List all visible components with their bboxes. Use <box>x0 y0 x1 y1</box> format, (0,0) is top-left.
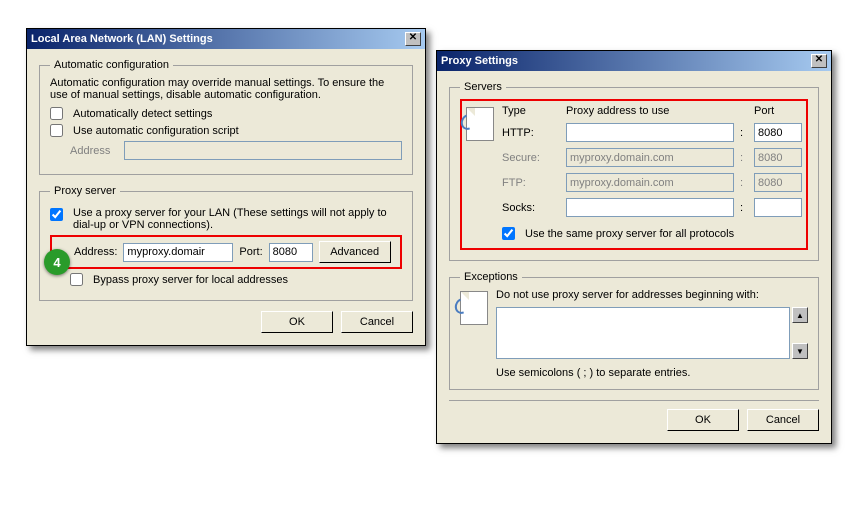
lan-titlebar[interactable]: Local Area Network (LAN) Settings ✕ <box>27 29 425 49</box>
bypass-label: Bypass proxy server for local addresses <box>93 274 288 286</box>
advanced-button[interactable]: Advanced <box>319 241 391 263</box>
auto-detect-input[interactable] <box>50 107 63 120</box>
secure-port-input <box>754 148 802 167</box>
servers-legend: Servers <box>460 81 506 93</box>
secure-address-input <box>566 148 734 167</box>
lan-settings-dialog: Local Area Network (LAN) Settings ✕ Auto… <box>26 28 426 346</box>
use-proxy-input[interactable] <box>50 208 63 221</box>
autoconf-legend: Automatic configuration <box>50 59 173 71</box>
col-type: Type <box>502 105 560 117</box>
proxy-settings-dialog: Proxy Settings ✕ Servers Type Proxy addr… <box>436 50 832 444</box>
same-proxy-checkbox[interactable]: Use the same proxy server for all protoc… <box>502 227 802 240</box>
row-http-label: HTTP: <box>502 127 560 139</box>
automatic-configuration-group: Automatic configuration Automatic config… <box>39 59 413 175</box>
proxy-server-group: Proxy server Use a proxy server for your… <box>39 185 413 301</box>
exceptions-icon <box>460 291 488 325</box>
proxy-legend: Proxy server <box>50 185 120 197</box>
bypass-input[interactable] <box>70 273 83 286</box>
row-ftp-label: FTP: <box>502 177 560 189</box>
lan-title: Local Area Network (LAN) Settings <box>31 33 213 45</box>
servers-group: Servers Type Proxy address to use Port H… <box>449 81 819 261</box>
use-proxy-checkbox[interactable]: Use a proxy server for your LAN (These s… <box>50 207 402 231</box>
ftp-port-input <box>754 173 802 192</box>
bypass-checkbox[interactable]: Bypass proxy server for local addresses <box>70 273 402 286</box>
servers-icon <box>466 107 494 141</box>
autoconf-address-label: Address <box>70 145 118 157</box>
http-address-input[interactable] <box>566 123 734 142</box>
same-proxy-input[interactable] <box>502 227 515 240</box>
use-script-label: Use automatic configuration script <box>73 125 239 137</box>
lan-ok-button[interactable]: OK <box>261 311 333 333</box>
highlight-servers: Type Proxy address to use Port HTTP: : S… <box>460 99 808 250</box>
exceptions-hint: Use semicolons ( ; ) to separate entries… <box>496 367 808 379</box>
proxy-address-label: Address: <box>74 246 117 258</box>
col-port: Port <box>754 105 802 117</box>
socks-address-input[interactable] <box>566 198 734 217</box>
use-script-checkbox[interactable]: Use automatic configuration script <box>50 124 402 137</box>
auto-detect-label: Automatically detect settings <box>73 108 212 120</box>
proxy-port-label: Port: <box>239 246 262 258</box>
auto-detect-checkbox[interactable]: Automatically detect settings <box>50 107 402 120</box>
socks-port-input[interactable] <box>754 198 802 217</box>
exceptions-textarea[interactable] <box>496 307 790 359</box>
ps-ok-button[interactable]: OK <box>667 409 739 431</box>
ps-titlebar[interactable]: Proxy Settings ✕ <box>437 51 831 71</box>
callout-badge: 4 <box>44 249 70 275</box>
autoconf-address-input <box>124 141 402 160</box>
ftp-address-input <box>566 173 734 192</box>
highlight-proxy-row: Address: Port: Advanced <box>50 235 402 269</box>
same-proxy-label: Use the same proxy server for all protoc… <box>525 228 734 240</box>
exceptions-desc: Do not use proxy server for addresses be… <box>496 289 808 301</box>
close-icon[interactable]: ✕ <box>811 54 827 68</box>
autoconf-desc: Automatic configuration may override man… <box>50 77 402 101</box>
row-secure-label: Secure: <box>502 152 560 164</box>
proxy-address-input[interactable] <box>123 243 233 262</box>
scroll-up-icon[interactable]: ▲ <box>792 307 808 323</box>
close-icon[interactable]: ✕ <box>405 32 421 46</box>
scroll-down-icon[interactable]: ▼ <box>792 343 808 359</box>
proxy-port-input[interactable] <box>269 243 313 262</box>
col-addr: Proxy address to use <box>566 105 734 117</box>
ps-cancel-button[interactable]: Cancel <box>747 409 819 431</box>
separator <box>449 400 819 401</box>
exceptions-group: Exceptions Do not use proxy server for a… <box>449 271 819 390</box>
exceptions-legend: Exceptions <box>460 271 522 283</box>
row-socks-label: Socks: <box>502 202 560 214</box>
use-script-input[interactable] <box>50 124 63 137</box>
http-port-input[interactable] <box>754 123 802 142</box>
ps-title: Proxy Settings <box>441 55 518 67</box>
use-proxy-label: Use a proxy server for your LAN (These s… <box>73 207 402 231</box>
lan-cancel-button[interactable]: Cancel <box>341 311 413 333</box>
textarea-scroll[interactable]: ▲ ▼ <box>792 307 808 359</box>
